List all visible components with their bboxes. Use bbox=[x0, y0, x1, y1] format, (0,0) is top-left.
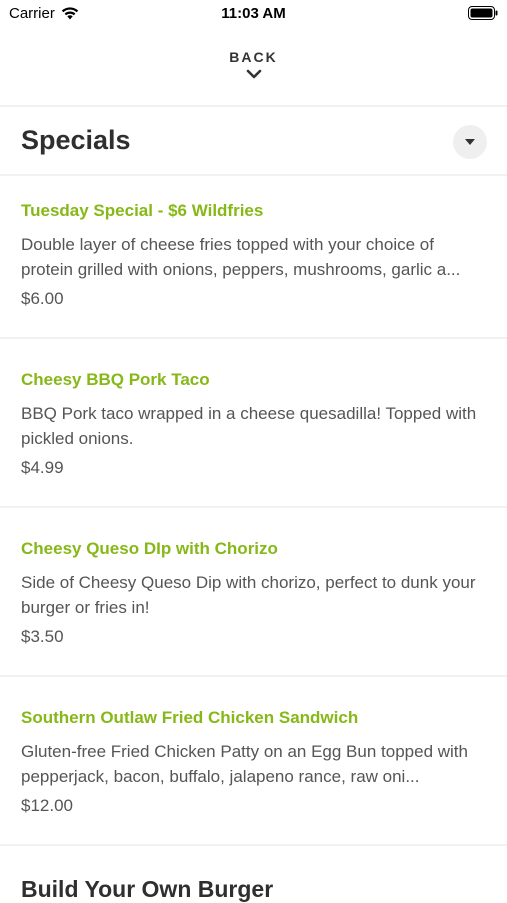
menu-item-name: Cheesy Queso DIp with Chorizo bbox=[21, 539, 278, 558]
menu-item[interactable]: Southern Outlaw Fried Chicken Sandwich G… bbox=[0, 683, 507, 851]
back-label: BACK bbox=[229, 49, 278, 65]
back-button[interactable]: BACK bbox=[0, 40, 507, 102]
triangle-down-icon bbox=[465, 139, 475, 145]
chevron-down-icon bbox=[246, 69, 261, 79]
battery-icon bbox=[468, 6, 498, 20]
divider bbox=[0, 506, 507, 508]
menu-item-price: $12.00 bbox=[21, 796, 73, 815]
menu-item-description: Gluten-free Fried Chicken Patty on an Eg… bbox=[21, 742, 468, 786]
section-dropdown-button[interactable] bbox=[453, 125, 487, 159]
menu-item[interactable]: Cheesy BBQ Pork Taco BBQ Pork taco wrapp… bbox=[0, 345, 507, 513]
menu-item-name: Cheesy BBQ Pork Taco bbox=[21, 370, 210, 389]
menu-item[interactable]: Cheesy Queso DIp with Chorizo Side of Ch… bbox=[0, 514, 507, 682]
menu-item-description: Side of Cheesy Queso Dip with chorizo, p… bbox=[21, 573, 476, 617]
status-bar: Carrier 11:03 AM bbox=[0, 0, 507, 30]
menu-item-description: Double layer of cheese fries topped with… bbox=[21, 235, 461, 279]
menu-item[interactable]: Tuesday Special - $6 Wildfries Double la… bbox=[0, 176, 507, 344]
status-time: 11:03 AM bbox=[221, 5, 286, 22]
section-title: Specials bbox=[21, 125, 131, 155]
divider bbox=[0, 675, 507, 677]
menu-item-price: $4.99 bbox=[21, 458, 64, 477]
section-header: Specials bbox=[0, 108, 507, 174]
divider bbox=[0, 844, 507, 846]
menu-item-price: $3.50 bbox=[21, 627, 64, 646]
menu-item-description: BBQ Pork taco wrapped in a cheese quesad… bbox=[21, 404, 477, 448]
menu-item-name: Tuesday Special - $6 Wildfries bbox=[21, 201, 264, 220]
menu-item-price: $6.00 bbox=[21, 289, 64, 308]
divider bbox=[0, 337, 507, 339]
next-section-title: Build Your Own Burger bbox=[21, 876, 274, 902]
menu-item-name: Southern Outlaw Fried Chicken Sandwich bbox=[21, 708, 359, 727]
divider bbox=[0, 105, 507, 107]
